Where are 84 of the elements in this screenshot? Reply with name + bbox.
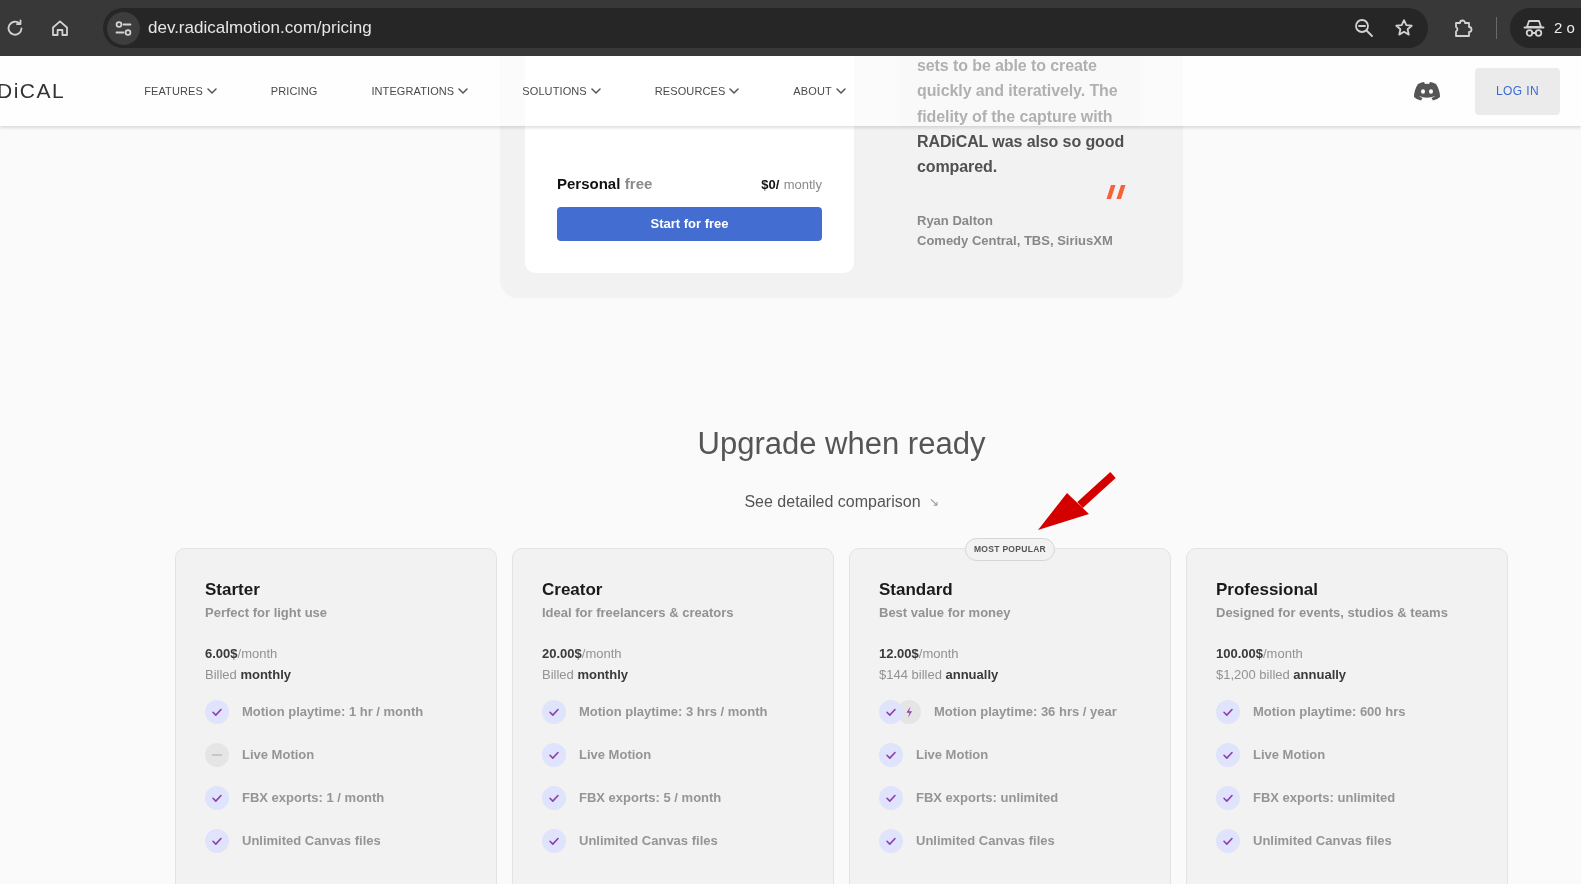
plan-name: Creator — [542, 579, 604, 601]
feature-text: FBX exports: 5 / month — [579, 788, 722, 807]
plan-subtitle: Designed for events, studios & teams — [1216, 604, 1449, 622]
plan-subtitle: Best value for money — [879, 604, 1012, 622]
bookmark-star-icon[interactable] — [1394, 18, 1414, 38]
author-company: Comedy Central, TBS, SiriusXM — [917, 232, 1114, 251]
chevron-down-icon — [835, 88, 846, 94]
check-icon — [205, 828, 229, 853]
billing-text: $1,200 billed annually — [1216, 666, 1348, 684]
check-and-bolt-icon — [879, 699, 921, 724]
feature-text: Motion playtime: 1 hr / month — [242, 702, 424, 721]
check-icon — [542, 742, 566, 767]
plan-period: montly — [783, 177, 822, 192]
check-icon — [205, 699, 229, 724]
plan-subtitle: Ideal for freelancers & creators — [542, 604, 735, 622]
nav-link[interactable]: SOLUTIONS — [522, 82, 601, 100]
dash-icon — [205, 742, 229, 767]
feature-text: Unlimited Canvas files — [242, 831, 381, 850]
comparison-link[interactable]: See detailed comparison ↘ — [744, 490, 939, 514]
plan-name: Professional — [1216, 579, 1320, 601]
check-icon — [879, 742, 903, 767]
nav-link[interactable]: INTEGRATIONS — [371, 82, 469, 100]
check-icon — [879, 785, 903, 810]
profile-button[interactable]: 2 о — [1510, 8, 1581, 48]
feature-text: Motion playtime: 3 hrs / month — [579, 702, 768, 721]
nav-link[interactable]: PRICING — [270, 82, 318, 100]
check-icon — [1216, 742, 1240, 767]
nav-link[interactable]: ABOUT — [793, 82, 846, 100]
feature-text: FBX exports: unlimited — [916, 788, 1059, 807]
arrow-icon: ↘ — [928, 490, 939, 514]
billing-text: Billed monthly — [542, 666, 629, 684]
plan-price: $0/ — [761, 177, 780, 192]
extensions-icon[interactable] — [1452, 17, 1474, 39]
plan-price: 20.00$/month — [542, 645, 623, 663]
login-button[interactable]: LOG IN — [1475, 67, 1560, 115]
reload-icon[interactable] — [5, 18, 25, 38]
feature-text: Unlimited Canvas files — [1253, 831, 1392, 850]
most-popular-badge: MOST POPULAR — [964, 538, 1056, 561]
plan-subtitle: Perfect for light use — [205, 604, 329, 622]
check-icon — [1216, 699, 1240, 724]
feature-text: Motion playtime: 600 hrs — [1253, 702, 1406, 721]
url-text: dev.radicalmotion.com/pricing — [148, 17, 372, 40]
chevron-down-icon — [458, 88, 469, 94]
zoom-out-icon[interactable] — [1354, 18, 1374, 38]
section-heading: Upgrade when ready — [697, 425, 986, 463]
plan-price: 6.00$/month — [205, 645, 279, 663]
discord-icon[interactable] — [1413, 81, 1441, 101]
chevron-down-icon — [206, 88, 217, 94]
check-icon — [542, 785, 566, 810]
check-icon — [1216, 785, 1240, 810]
author-name: Ryan Dalton — [917, 212, 994, 231]
feature-text: Live Motion — [242, 745, 315, 764]
check-icon — [1216, 828, 1240, 853]
plan-name: Starter — [205, 579, 261, 601]
feature-text: Live Motion — [1253, 745, 1326, 764]
chevron-down-icon — [590, 88, 601, 94]
nav-link[interactable]: FEATURES — [144, 82, 217, 100]
plan-name: Personal — [557, 175, 621, 192]
check-icon — [542, 828, 566, 853]
start-free-button[interactable]: Start for free — [557, 207, 822, 241]
plan-name: Standard — [879, 579, 954, 601]
plan-tag: free — [624, 175, 653, 192]
check-icon — [542, 699, 566, 724]
site-settings-icon[interactable] — [107, 11, 140, 45]
quote-text: sets to be able to create quickly and iteratively. The fidelity of the capture with RADiCAL was also so good compared. — [917, 56, 1126, 178]
feature-text: FBX exports: unlimited — [1253, 788, 1396, 807]
plan-price: 12.00$/month — [879, 645, 960, 663]
feature-text: Live Motion — [916, 745, 989, 764]
feature-text: Unlimited Canvas files — [579, 831, 718, 850]
feature-text: Unlimited Canvas files — [916, 831, 1055, 850]
incognito-icon — [1523, 18, 1545, 38]
check-icon — [879, 828, 903, 853]
plan-price: 100.00$/month — [1216, 645, 1304, 663]
quote-mark-icon — [1106, 185, 1126, 200]
chevron-down-icon — [729, 88, 740, 94]
feature-text: Live Motion — [579, 745, 652, 764]
check-icon — [205, 785, 229, 810]
billing-text: Billed monthly — [205, 666, 292, 684]
home-icon[interactable] — [50, 18, 70, 38]
billing-text: $144 billed annually — [879, 666, 1000, 684]
nav-link[interactable]: RESOURCES — [654, 82, 740, 100]
address-bar[interactable]: dev.radicalmotion.com/pricing — [103, 8, 1428, 48]
feature-text: FBX exports: 1 / month — [242, 788, 385, 807]
feature-text: Motion playtime: 36 hrs / year — [934, 702, 1117, 721]
